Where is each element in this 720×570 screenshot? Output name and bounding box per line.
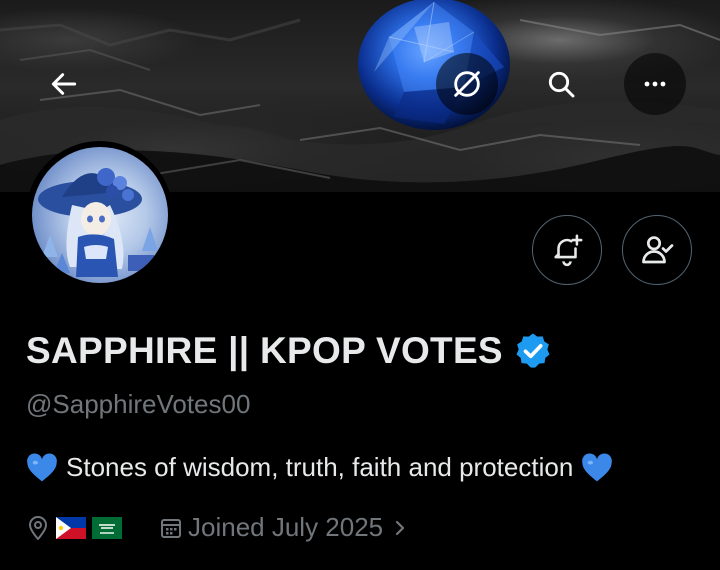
no-link-icon — [454, 71, 480, 97]
notify-button[interactable] — [532, 215, 602, 285]
bio-text: Stones of wisdom, truth, faith and prote… — [66, 452, 574, 482]
avatar[interactable] — [26, 141, 173, 288]
avatar-illustration — [37, 167, 158, 277]
no-link-button[interactable] — [436, 53, 498, 115]
verified-badge-svg — [516, 333, 550, 368]
display-name-row: SAPPHIRE || KPOP VOTES — [26, 330, 553, 372]
profile-page: SAPPHIRE || KPOP VOTES @SapphireVotes00 … — [0, 0, 720, 570]
philippines-flag-icon — [56, 516, 86, 539]
more-horizontal-icon — [644, 81, 666, 87]
profile-meta-row: Joined July 2025 — [26, 512, 407, 543]
back-button[interactable] — [33, 53, 95, 115]
joined-text: Joined July 2025 — [188, 512, 384, 542]
location-pin-icon — [26, 515, 50, 541]
blue-heart-icon — [26, 452, 58, 483]
blue-heart-icon — [581, 452, 613, 483]
arrow-left-icon — [51, 73, 77, 95]
chevron-right-icon — [393, 518, 407, 538]
verified-badge-icon[interactable] — [513, 331, 553, 371]
bell-plus-icon — [554, 234, 583, 267]
search-icon — [548, 71, 575, 98]
person-check-icon — [642, 236, 674, 264]
display-name: SAPPHIRE || KPOP VOTES — [26, 330, 503, 371]
following-button[interactable] — [622, 215, 692, 285]
avatar-image — [31, 146, 168, 283]
joined-date[interactable]: Joined July 2025 — [160, 512, 407, 543]
more-options-button[interactable] — [624, 53, 686, 115]
calendar-icon — [160, 517, 182, 539]
saudi-arabia-flag-icon — [92, 516, 122, 539]
profile-bio: Stones of wisdom, truth, faith and prote… — [26, 452, 613, 483]
profile-handle: @SapphireVotes00 — [26, 389, 251, 419]
search-button[interactable] — [530, 53, 592, 115]
